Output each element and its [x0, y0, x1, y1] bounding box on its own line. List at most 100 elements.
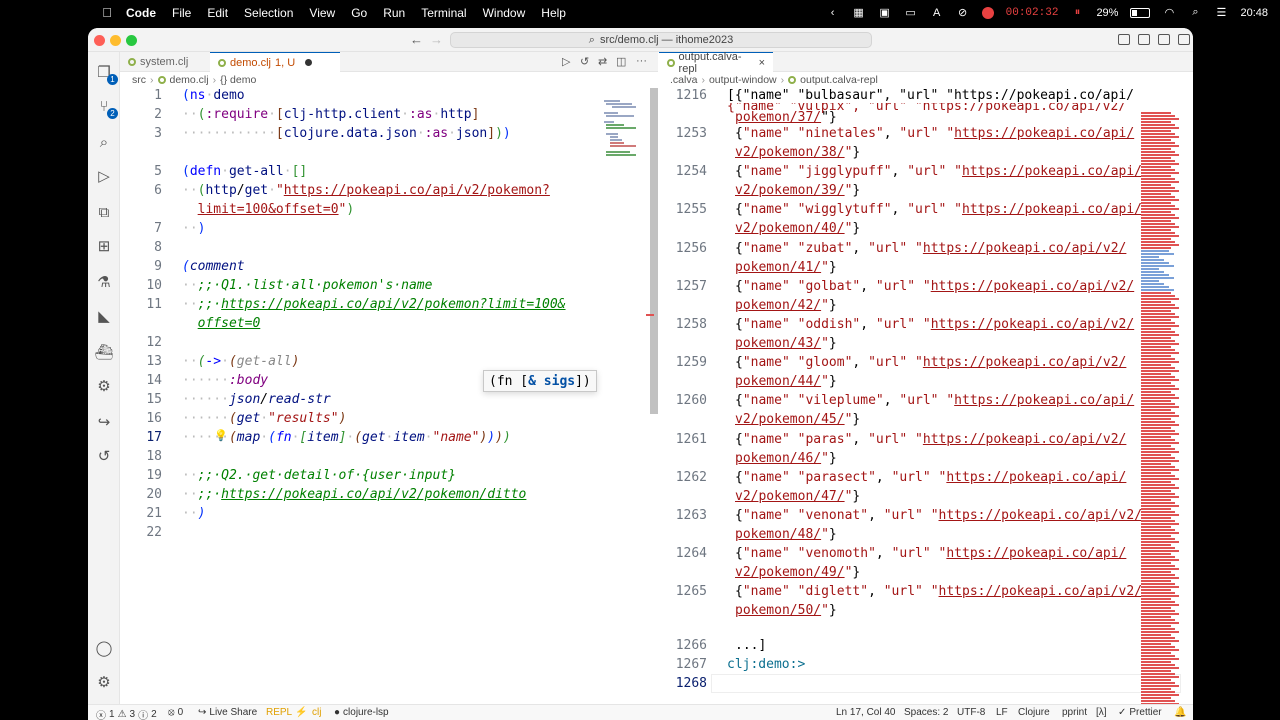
- pokemon-url[interactable]: https://pokeapi.co/api/v2/: [939, 584, 1143, 599]
- pokemon-url[interactable]: https://pokeapi.co/api/: [954, 126, 1134, 141]
- pokemon-url-tail[interactable]: v2/pokemon/40/: [735, 221, 845, 236]
- search-icon[interactable]: ⌕: [1188, 6, 1202, 19]
- pokemon-url[interactable]: https://pokeapi.co/api/: [946, 470, 1126, 485]
- bell-icon[interactable]: 🔔: [1174, 707, 1186, 718]
- pokemon-url-tail[interactable]: pokemon/44/: [735, 374, 821, 389]
- run-debug-icon[interactable]: ▷: [94, 166, 114, 186]
- wifi-icon[interactable]: ◠: [1162, 7, 1176, 19]
- battery-icon[interactable]: [1130, 7, 1151, 18]
- minimize-window-button[interactable]: [110, 35, 121, 46]
- pokemon-url[interactable]: https://pokeapi.co/api/v2/: [923, 432, 1127, 447]
- menu-app-name[interactable]: Code: [126, 6, 156, 20]
- problems-indicator[interactable]: ⓧ 1 ⚠ 3 ⓘ 2: [96, 707, 157, 720]
- pokemon-url-tail[interactable]: v2/pokemon/47/: [735, 489, 845, 504]
- ports-indicator[interactable]: ⦻ 0: [168, 707, 183, 718]
- pokemon-url[interactable]: https://pokeapi.co/api/: [962, 164, 1142, 179]
- end-of-line[interactable]: LF: [996, 707, 1008, 718]
- pokemon-url-tail[interactable]: v2/pokemon/49/: [735, 565, 845, 580]
- breadcrumb-file[interactable]: demo.clj: [170, 74, 209, 86]
- explorer-icon[interactable]: ❐ 1: [94, 62, 118, 85]
- encoding[interactable]: UTF-8: [957, 707, 985, 718]
- repl-output-editor[interactable]: 1216 [{"name" "bulbasaur", "url" "https:…: [659, 88, 1193, 704]
- split-editor-icon[interactable]: ◫: [616, 55, 626, 68]
- pokemon-url-tail[interactable]: v2/pokemon/39/: [735, 183, 845, 198]
- left-code-editor[interactable]: 1 2 3 5 6 7 8 9 10 11 12 13 14 15 16 17 18 19 20 21 22 (ns·d…: [120, 88, 658, 704]
- left-vertical-scrollbar[interactable]: [650, 88, 658, 414]
- control-center-icon[interactable]: ☰: [1214, 7, 1228, 19]
- calva-icon[interactable]: ⚙: [94, 376, 114, 396]
- pokemon-url-tail[interactable]: pokemon/41/: [735, 260, 821, 275]
- pokemon-url-tail[interactable]: v2/pokemon/38/: [735, 145, 845, 160]
- forward-arrow-icon[interactable]: →: [430, 32, 443, 47]
- pokemon-url-tail[interactable]: v2/pokemon/45/: [735, 412, 845, 427]
- battery-case-icon[interactable]: ▭: [904, 7, 918, 19]
- more-actions-icon[interactable]: ···: [636, 55, 647, 67]
- cursor-position[interactable]: Ln 17, Col 40: [836, 707, 896, 718]
- lsp-status[interactable]: ● clojure-lsp: [334, 707, 389, 718]
- pokemon-url[interactable]: https://pokeapi.co/api/: [946, 546, 1126, 561]
- pokemon-url[interactable]: https://pokeapi.co/api/v2/: [931, 317, 1135, 332]
- photo-icon[interactable]: ▣: [878, 7, 892, 19]
- timeline-icon[interactable]: ↺: [94, 446, 114, 466]
- text-input-icon[interactable]: A: [930, 7, 944, 19]
- breadcrumb-folder[interactable]: .calva: [670, 74, 697, 86]
- search-icon[interactable]: ⌕: [94, 132, 114, 152]
- pokemon-url-tail[interactable]: pokemon/46/: [735, 451, 821, 466]
- source-control-icon[interactable]: ⑂ 2: [94, 96, 118, 119]
- pokemon-url-tail[interactable]: pokemon/50/: [735, 603, 821, 618]
- pokemon-url[interactable]: https://pokeapi.co/api/: [962, 202, 1142, 217]
- breadcrumb-folder[interactable]: src: [132, 74, 146, 86]
- menu-help[interactable]: Help: [541, 6, 566, 20]
- live-share-button[interactable]: ↪ Live Share: [198, 707, 257, 718]
- pokemon-url-tail[interactable]: pokemon/43/: [735, 336, 821, 351]
- breadcrumb-symbol[interactable]: {} demo: [220, 74, 256, 86]
- grid-icon[interactable]: ▦: [852, 7, 866, 19]
- menu-window[interactable]: Window: [483, 6, 526, 20]
- right-minimap[interactable]: [1141, 112, 1181, 704]
- live-share-icon[interactable]: ↪: [94, 412, 114, 432]
- testing-icon[interactable]: ⚗: [94, 272, 114, 292]
- repl-status[interactable]: REPL ⚡: [266, 707, 308, 718]
- close-window-button[interactable]: [94, 35, 105, 46]
- recording-icon[interactable]: [981, 6, 994, 19]
- pokemon-url[interactable]: https://pokeapi.co/api/v2/: [931, 279, 1135, 294]
- remote-explorer-icon[interactable]: ⧉: [94, 202, 114, 222]
- customize-layout-icon[interactable]: [1178, 34, 1190, 45]
- pokemon-url-tail[interactable]: pokemon/48/: [735, 527, 821, 542]
- account-icon[interactable]: ◯: [94, 638, 114, 658]
- docker-icon[interactable]: ⛴: [94, 342, 114, 362]
- command-center[interactable]: ⌕ src/demo.clj — ithome2023: [450, 32, 872, 48]
- left-minimap[interactable]: [604, 98, 644, 168]
- back-arrow-icon[interactable]: ←: [410, 32, 423, 47]
- menu-edit[interactable]: Edit: [207, 6, 228, 20]
- history-icon[interactable]: ↺: [580, 55, 589, 68]
- apple-icon[interactable]: : [100, 5, 114, 20]
- terraform-icon[interactable]: ◣: [94, 306, 114, 326]
- tab-system-clj[interactable]: system.clj: [120, 52, 208, 72]
- pokemon-url[interactable]: https://pokeapi.co/api/v2/: [923, 241, 1127, 256]
- toggle-secondary-sidebar-icon[interactable]: [1158, 34, 1170, 45]
- language-mode[interactable]: Clojure: [1018, 707, 1050, 718]
- tab-output-calva-repl[interactable]: output.calva-repl ×: [659, 51, 773, 75]
- breadcrumb-subfolder[interactable]: output-window: [709, 74, 777, 86]
- menu-selection[interactable]: Selection: [244, 6, 293, 20]
- unsaved-dot-icon[interactable]: [305, 59, 313, 66]
- pause-icon[interactable]: ⏸: [1070, 6, 1084, 19]
- run-icon[interactable]: ▷: [562, 55, 570, 68]
- menu-run[interactable]: Run: [383, 6, 405, 20]
- menu-file[interactable]: File: [172, 6, 191, 20]
- chevron-left-icon[interactable]: ‹: [826, 7, 840, 19]
- toggle-panel-icon[interactable]: [1138, 34, 1150, 45]
- block-icon[interactable]: ⊘: [956, 7, 970, 19]
- lightbulb-icon[interactable]: 💡: [214, 429, 228, 442]
- zoom-window-button[interactable]: [126, 35, 137, 46]
- pokemon-url[interactable]: https://pokeapi.co/api/: [954, 393, 1134, 408]
- menu-terminal[interactable]: Terminal: [421, 6, 466, 20]
- prettier-status[interactable]: ✓ Prettier: [1118, 707, 1162, 718]
- lambda-indicator[interactable]: [λ]: [1096, 707, 1107, 718]
- breadcrumb-file[interactable]: output.calva-repl: [800, 74, 878, 86]
- close-tab-icon[interactable]: ×: [759, 57, 765, 69]
- gear-icon[interactable]: ⚙: [94, 672, 114, 692]
- extensions-icon[interactable]: ⊞: [94, 236, 114, 256]
- menu-go[interactable]: Go: [351, 6, 367, 20]
